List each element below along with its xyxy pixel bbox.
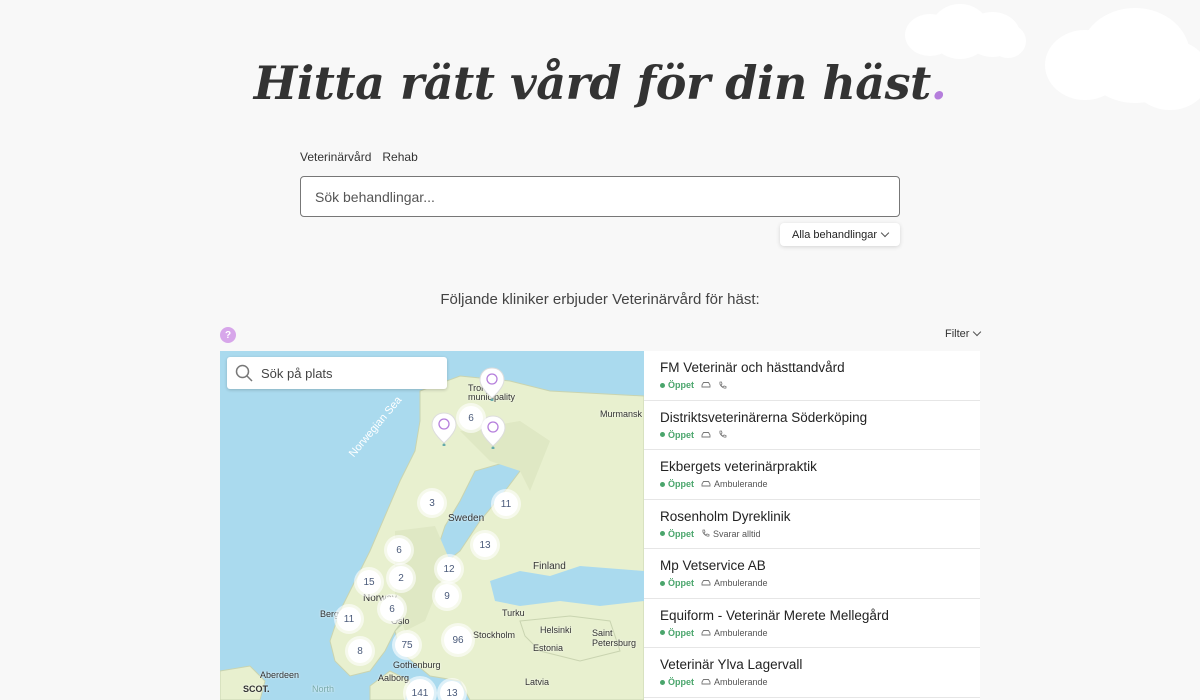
- clinic-list-item[interactable]: Mp Vetservice AB Öppet Ambulerande: [644, 549, 980, 599]
- clinic-name: Equiform - Veterinär Merete Mellegård: [660, 607, 889, 623]
- car-icon: [701, 629, 711, 635]
- map-cluster[interactable]: 8: [348, 639, 372, 663]
- title-dot: .: [930, 56, 947, 110]
- search-icon: [235, 364, 253, 382]
- car-icon: [701, 679, 711, 685]
- map-label-scotland: SCOT.: [243, 684, 270, 694]
- phone-icon: [702, 529, 710, 537]
- map-cluster[interactable]: 13: [440, 681, 464, 700]
- status-badge: Öppet: [660, 529, 694, 539]
- clinic-name: Mp Vetservice AB: [660, 558, 766, 573]
- clinic-list: FM Veterinär och hästtandvård Öppet Dist…: [644, 351, 980, 700]
- phone-icon: [718, 381, 727, 390]
- results-subtitle: Följande kliniker erbjuder Veterinärvård…: [440, 291, 760, 308]
- clinic-extra: Ambulerande: [714, 677, 768, 687]
- map-cluster[interactable]: 12: [437, 557, 461, 581]
- dropdown-label: Alla behandlingar: [791, 228, 877, 241]
- map-cluster[interactable]: 11: [337, 607, 361, 631]
- clinic-list-item[interactable]: Equiform - Veterinär Merete Mellegård Öp…: [644, 599, 980, 648]
- filter-label: Filter: [945, 328, 970, 340]
- car-icon: [701, 381, 711, 389]
- map-cluster[interactable]: 15: [357, 570, 381, 594]
- chevron-down-icon: [880, 228, 890, 237]
- chevron-down-icon: [973, 327, 982, 337]
- map-cluster[interactable]: 6: [459, 406, 483, 430]
- map-land: [220, 375, 644, 700]
- clinic-pin[interactable]: [479, 367, 505, 401]
- map-label-helsinki: Helsinki: [540, 625, 572, 635]
- clinic-extra: Ambulerande: [714, 627, 768, 638]
- clinic-pin[interactable]: [431, 412, 457, 446]
- treatment-dropdown[interactable]: Alla behandlingar: [780, 223, 900, 246]
- clinic-list-item[interactable]: Rosenholm Dyreklinik Öppet Svarar alltid: [644, 500, 980, 549]
- map-search-placeholder: Sök på plats: [261, 365, 333, 381]
- treatment-tabs: Veterinärvård Rehab: [300, 150, 418, 164]
- map-cluster[interactable]: 3: [420, 491, 444, 515]
- clinic-pin[interactable]: [480, 415, 506, 449]
- phone-icon: [718, 430, 727, 439]
- page-title: Hitta rätt vård för din häst.: [253, 56, 947, 110]
- map-label-stockholm: Stockholm: [473, 630, 516, 640]
- map-label-murmansk: Murmansk: [600, 409, 643, 419]
- car-icon: [701, 481, 711, 487]
- map-label-turku: Turku: [502, 608, 525, 618]
- status-badge: Öppet: [660, 578, 694, 588]
- clinic-extra: Svarar alltid: [713, 528, 761, 539]
- map-cluster[interactable]: 75: [395, 633, 419, 657]
- map-cluster[interactable]: 9: [435, 584, 459, 608]
- clinic-list-item[interactable]: Veterinär Ylva Lagervall Öppet Ambuleran…: [644, 648, 980, 698]
- tab-veterinarvard[interactable]: Veterinärvård: [300, 150, 371, 164]
- map-cluster[interactable]: 11: [494, 492, 518, 516]
- clinic-name: Veterinär Ylva Lagervall: [660, 657, 803, 672]
- map-cluster[interactable]: 96: [444, 626, 472, 654]
- car-icon: [701, 580, 711, 586]
- map-label-finland: Finland: [533, 561, 566, 572]
- status-badge: Öppet: [660, 479, 694, 489]
- map-label-sweden: Sweden: [448, 513, 485, 524]
- status-badge: Öppet: [660, 628, 694, 638]
- filter-button[interactable]: Filter: [945, 327, 982, 340]
- clinic-map[interactable]: Sök på plats Sweden Finland Norway Oslo …: [220, 351, 644, 700]
- help-icon[interactable]: ?: [220, 327, 236, 343]
- map-label-latvia: Latvia: [525, 677, 550, 687]
- map-cluster[interactable]: 2: [389, 566, 413, 590]
- map-cluster[interactable]: 141: [406, 679, 434, 700]
- tab-rehab[interactable]: Rehab: [382, 150, 417, 164]
- map-label-aalborg: Aalborg: [378, 673, 410, 683]
- clinic-name: Ekbergets veterinärpraktik: [660, 459, 817, 474]
- clinic-list-item[interactable]: Distriktsveterinärerna Söderköping Öppet: [644, 401, 980, 450]
- map-location-search[interactable]: Sök på plats: [227, 357, 447, 389]
- clinic-name: FM Veterinär och hästtandvård: [660, 360, 845, 375]
- map-label-gothenburg: Gothenburg: [393, 660, 441, 670]
- clinic-list-item[interactable]: FM Veterinär och hästtandvård Öppet: [644, 351, 980, 401]
- map-cluster[interactable]: 13: [473, 533, 497, 557]
- map-cluster[interactable]: 6: [387, 538, 411, 562]
- map-label-saint-petersburg: Saint Petersburg: [592, 628, 637, 648]
- clinic-name: Distriktsveterinärerna Söderköping: [660, 409, 868, 425]
- clinic-name: Rosenholm Dyreklinik: [660, 508, 791, 524]
- map-label-aberdeen: Aberdeen: [260, 670, 300, 680]
- clinic-list-item[interactable]: Ekbergets veterinärpraktik Öppet Ambuler…: [644, 450, 980, 500]
- clinic-extra: Ambulerande: [714, 479, 768, 489]
- car-icon: [701, 431, 711, 439]
- status-badge: Öppet: [660, 380, 694, 390]
- treatment-search-input[interactable]: [300, 176, 900, 217]
- map-label-north-sea: North: [312, 684, 335, 694]
- map-label-estonia: Estonia: [533, 643, 564, 653]
- clinic-extra: Ambulerande: [714, 578, 768, 588]
- map-cluster[interactable]: 6: [380, 597, 404, 621]
- status-badge: Öppet: [660, 430, 694, 440]
- status-badge: Öppet: [660, 677, 694, 687]
